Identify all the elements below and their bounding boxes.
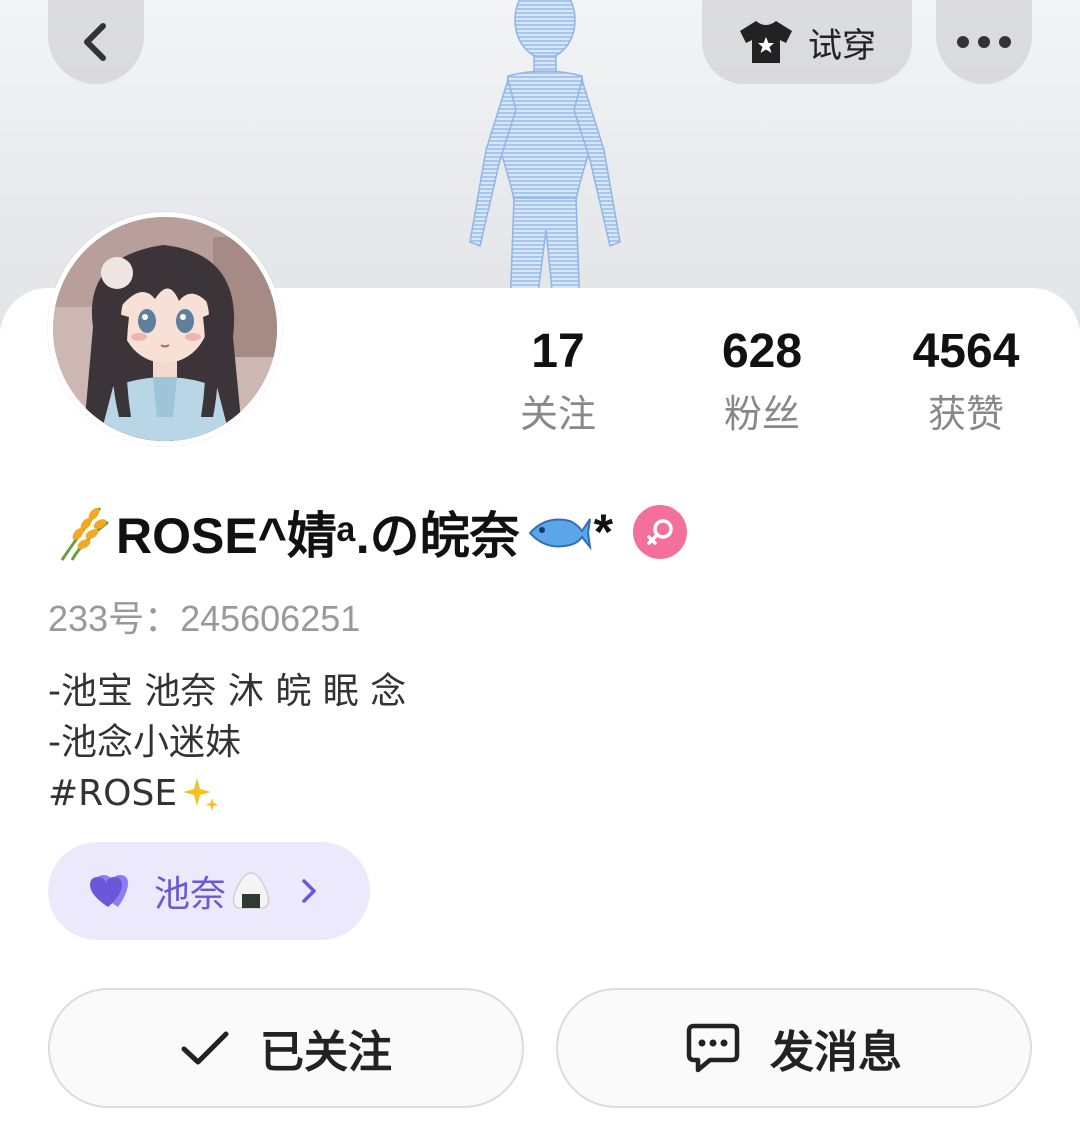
send-message-button[interactable]: 发消息 <box>556 988 1032 1108</box>
more-icon <box>957 36 1011 48</box>
user-id: 233号：245606251 <box>48 598 361 639</box>
stat-likes-label: 获赞 <box>927 392 1004 436</box>
hearts-icon <box>90 875 128 907</box>
group-chip[interactable]: 池奈 <box>48 842 370 940</box>
bio: -池宝 池奈 沐 皖 眠 念 -池念小迷妹 #ROSE <box>48 666 406 819</box>
gender-badge <box>633 505 688 559</box>
chevron-right-icon <box>302 879 316 903</box>
avatar-hologram-image <box>469 0 621 310</box>
stat-fans-label: 粉丝 <box>723 392 800 436</box>
chat-bubble-icon <box>686 1023 740 1073</box>
bio-line-text: -池念小迷妹 <box>48 722 241 763</box>
bio-line: #ROSE <box>48 768 406 819</box>
stat-following[interactable]: 17 关注 <box>456 322 660 442</box>
more-button[interactable] <box>936 0 1032 84</box>
following-button-label: 已关注 <box>260 1027 392 1078</box>
stat-likes[interactable]: 4564 获赞 <box>864 322 1068 442</box>
following-button[interactable]: 已关注 <box>48 988 524 1108</box>
username: ROSE^婧ᵃ.の皖奈 <box>116 508 520 564</box>
try-on-button[interactable]: 试穿 <box>702 0 912 84</box>
bio-line-text: #ROSE <box>48 773 178 814</box>
riceball-icon <box>232 872 270 909</box>
username-row: ROSE^婧ᵃ.の皖奈 * <box>52 500 688 564</box>
username-suffix: * <box>593 504 614 560</box>
group-chip-label: 池奈 <box>154 874 227 915</box>
back-icon <box>84 23 106 61</box>
stat-fans[interactable]: 628 粉丝 <box>660 322 864 442</box>
sparkle-icon <box>183 777 219 811</box>
stat-following-label: 关注 <box>519 392 596 436</box>
try-on-label: 试穿 <box>808 25 876 66</box>
stat-following-count: 17 <box>531 325 585 378</box>
bio-line-text: -池宝 池奈 沐 皖 眠 念 <box>48 671 407 712</box>
profile-stats: 17 关注 628 粉丝 4564 获赞 <box>456 322 1080 452</box>
stat-fans-count: 628 <box>721 325 803 378</box>
fish-icon <box>528 518 592 551</box>
tshirt-icon <box>740 21 792 63</box>
stat-likes-count: 4564 <box>912 325 1020 378</box>
bio-line: -池念小迷妹 <box>48 717 406 768</box>
check-icon <box>181 1031 229 1065</box>
send-message-button-label: 发消息 <box>770 1027 902 1078</box>
avatar-image <box>53 217 277 441</box>
female-icon <box>647 519 673 545</box>
wheat-icon <box>60 507 109 561</box>
bio-line: -池宝 池奈 沐 皖 眠 念 <box>48 666 406 717</box>
back-button[interactable] <box>48 0 144 84</box>
avatar[interactable] <box>48 212 282 446</box>
